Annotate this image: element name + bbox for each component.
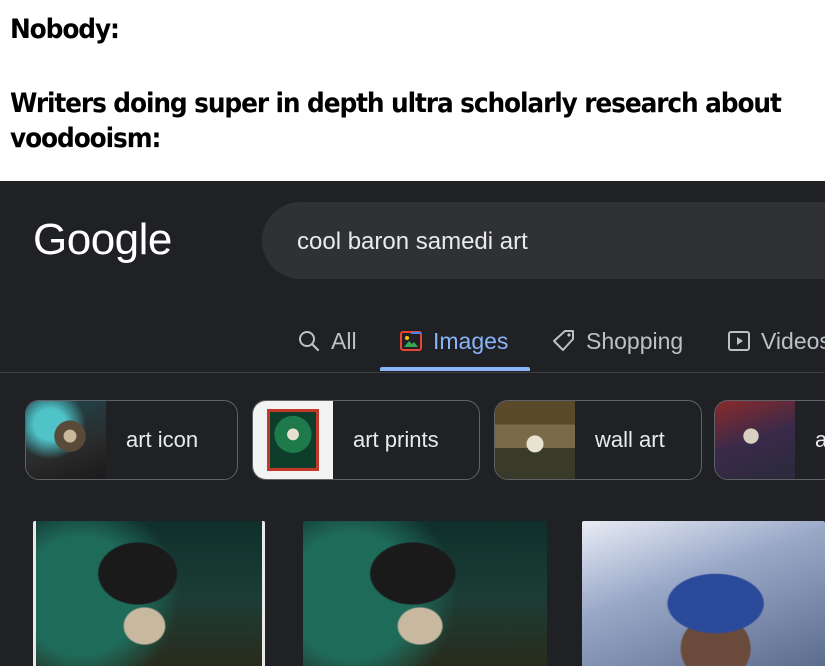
chip-label: wall art: [595, 427, 665, 452]
image-result-2[interactable]: [303, 521, 547, 666]
image-result-1[interactable]: [33, 521, 265, 666]
chip-art-prints[interactable]: art prints: [252, 400, 480, 480]
result-thumbnail: [582, 521, 825, 666]
google-logo[interactable]: Google: [33, 215, 172, 265]
play-icon: [727, 329, 751, 353]
chip-art-icon[interactable]: art icon: [25, 400, 238, 480]
tab-shopping[interactable]: Shopping: [552, 319, 683, 363]
active-tab-indicator: [380, 367, 530, 371]
chip-wall-art[interactable]: wall art: [494, 400, 702, 480]
tab-images-label: Images: [433, 327, 509, 354]
tag-icon: [552, 329, 576, 353]
image-result-3[interactable]: [582, 521, 825, 666]
result-thumbnail: [36, 521, 262, 666]
search-query-text[interactable]: cool baron samedi art: [297, 228, 528, 256]
chip-label: a: [815, 427, 825, 453]
tab-all-label: All: [331, 327, 357, 354]
chip-label: art prints: [353, 427, 439, 452]
result-thumbnail: [303, 521, 547, 666]
chip-label: art icon: [126, 427, 199, 452]
google-search-screenshot: Google cool baron samedi art All Images: [0, 181, 825, 666]
search-tabs: All Images Shopping Videos: [0, 311, 825, 371]
caption-line-voodooism: voodooism:: [10, 123, 161, 154]
chip-thumbnail-partial: [715, 401, 795, 479]
tab-images[interactable]: Images: [399, 319, 508, 363]
tab-shopping-label: Shopping: [586, 327, 684, 354]
tab-videos-label: Videos: [761, 327, 825, 354]
caption-line-writers: Writers doing super in depth ultra schol…: [10, 88, 782, 119]
meme-caption: Nobody: Writers doing super in depth ult…: [10, 0, 815, 180]
chip-thumbnail-art-icon: [26, 401, 106, 479]
search-icon: [297, 329, 321, 353]
tab-all[interactable]: All: [297, 319, 357, 363]
images-icon: [399, 329, 423, 353]
chip-thumbnail-wall-art: [495, 401, 575, 479]
chip-thumbnail-art-prints: [253, 401, 333, 479]
tab-videos[interactable]: Videos: [727, 319, 825, 363]
tabs-divider: [0, 372, 825, 373]
caption-line-nobody: Nobody:: [10, 14, 120, 45]
chip-partial[interactable]: a: [714, 400, 825, 480]
search-box[interactable]: cool baron samedi art: [262, 202, 825, 279]
